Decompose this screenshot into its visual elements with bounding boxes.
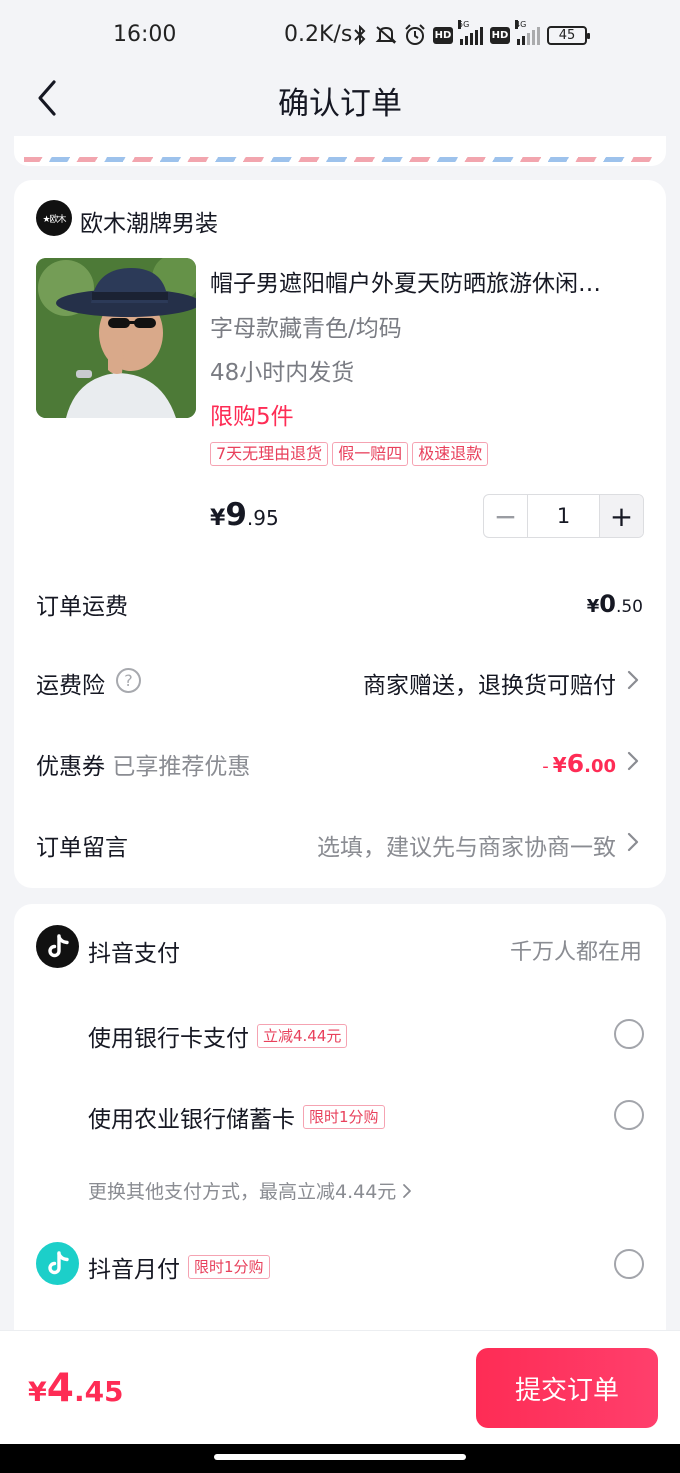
pay-option-label: 使用农业银行储蓄卡 xyxy=(88,1107,295,1133)
product-price: ¥9.95 xyxy=(210,497,279,533)
alarm-icon xyxy=(404,24,426,46)
bluetooth-icon xyxy=(352,25,368,45)
purchase-limit: 限购5件 xyxy=(210,404,294,430)
pay-option-bank-card[interactable]: 使用银行卡支付 立减4.44元 xyxy=(88,1019,348,1053)
service-badges: 7天无理由退货 假一赔四 极速退款 xyxy=(210,442,489,466)
message-input[interactable]: 选填，建议先与商家协商一致 xyxy=(317,828,616,862)
home-indicator[interactable] xyxy=(214,1454,466,1460)
battery-icon: 45 xyxy=(547,25,590,45)
douyin-pay-label: 抖音支付 xyxy=(88,941,180,967)
coupon-sub: 已享推荐优惠 xyxy=(112,754,251,780)
pay-option-monthly[interactable]: 抖音月付 限时1分购 xyxy=(88,1250,270,1284)
total-price: ¥4.45 xyxy=(28,1366,124,1411)
airmail-stripe xyxy=(24,157,656,162)
freight-decimal: .50 xyxy=(615,597,643,617)
total-integer: 4 xyxy=(46,1366,74,1411)
insurance-label: 运费险 xyxy=(36,673,105,699)
coupon-integer: 6 xyxy=(566,749,585,778)
badge-return: 7天无理由退货 xyxy=(210,442,329,466)
decrease-button[interactable]: − xyxy=(484,495,528,537)
product-title[interactable]: 帽子男遮阳帽户外夏天防晒旅游休闲… xyxy=(210,264,630,298)
help-icon[interactable]: ? xyxy=(116,668,141,693)
badge-authentic: 假一赔四 xyxy=(332,442,409,466)
shipping-time: 48小时内发货 xyxy=(210,360,355,386)
coupon-label: 优惠券 xyxy=(36,754,105,780)
signal-4g-icon: 4G xyxy=(515,20,540,45)
message-label: 订单留言 xyxy=(36,835,128,861)
coupon-decimal: .00 xyxy=(584,756,616,777)
freight-integer: 0 xyxy=(599,590,616,618)
coupon-minus: - xyxy=(542,756,549,777)
freight-label: 订单运费 xyxy=(36,594,128,620)
hd-icon-2: HD xyxy=(490,26,510,44)
more-payment-label: 更换其他支付方式，最高立减4.44元 xyxy=(88,1181,397,1203)
coupon-symbol: ¥ xyxy=(552,753,567,777)
insurance-value[interactable]: 商家赠送，退换货可赔付 xyxy=(363,666,616,700)
hd-icon: HD xyxy=(433,26,453,44)
address-card-edge[interactable] xyxy=(14,136,666,166)
douyin-pay-icon xyxy=(36,925,79,968)
coupon-value[interactable]: - ¥6.00 xyxy=(542,749,616,778)
monthly-label: 抖音月付 xyxy=(88,1257,180,1283)
promo-badge: 立减4.44元 xyxy=(257,1024,348,1048)
price-integer: 9 xyxy=(225,497,247,533)
increase-button[interactable]: + xyxy=(599,495,643,537)
promo-badge: 限时1分购 xyxy=(303,1105,385,1129)
chevron-right-icon[interactable] xyxy=(626,750,640,772)
quantity-input[interactable]: 1 xyxy=(528,495,599,537)
badge-refund: 极速退款 xyxy=(412,442,489,466)
more-payment-methods[interactable]: 更换其他支付方式，最高立减4.44元 xyxy=(88,1177,412,1204)
total-symbol: ¥ xyxy=(28,1377,47,1408)
status-time: 16:00 xyxy=(113,22,177,47)
pay-option-abc-debit[interactable]: 使用农业银行储蓄卡 限时1分购 xyxy=(88,1100,385,1134)
chevron-right-icon[interactable] xyxy=(626,669,640,691)
coupon-label-group: 优惠券 已享推荐优惠 xyxy=(36,747,250,781)
pay-option-label: 使用银行卡支付 xyxy=(88,1026,249,1052)
status-icons: HD 5G HD 4G 45 xyxy=(352,20,590,46)
mute-icon xyxy=(375,25,397,45)
chevron-right-icon xyxy=(403,1183,412,1198)
quantity-stepper: − 1 + xyxy=(483,494,644,538)
submit-order-button[interactable]: 提交订单 xyxy=(476,1348,658,1428)
product-image[interactable] xyxy=(36,258,196,418)
price-decimal: .95 xyxy=(246,506,279,530)
radio-monthly[interactable] xyxy=(614,1249,644,1279)
product-spec[interactable]: 字母款藏青色/均码 xyxy=(210,309,402,343)
radio-abc-debit[interactable] xyxy=(614,1100,644,1130)
radio-bank-card[interactable] xyxy=(614,1019,644,1049)
freight-symbol: ¥ xyxy=(586,596,600,617)
promo-badge: 限时1分购 xyxy=(188,1255,270,1279)
signal-5g-icon: 5G xyxy=(458,20,483,45)
shop-logo[interactable]: ★欧木 xyxy=(36,200,72,236)
douyin-monthly-icon xyxy=(36,1242,79,1285)
price-symbol: ¥ xyxy=(210,506,226,531)
page-title: 确认订单 xyxy=(278,86,402,122)
douyin-pay-tagline: 千万人都在用 xyxy=(509,940,642,965)
chevron-right-icon[interactable] xyxy=(626,831,640,853)
freight-value: ¥0.50 xyxy=(587,590,643,618)
network-speed: 0.2K/s xyxy=(284,22,353,47)
shop-name[interactable]: 欧木潮牌男装 xyxy=(80,204,218,238)
total-decimal: .45 xyxy=(73,1375,124,1408)
